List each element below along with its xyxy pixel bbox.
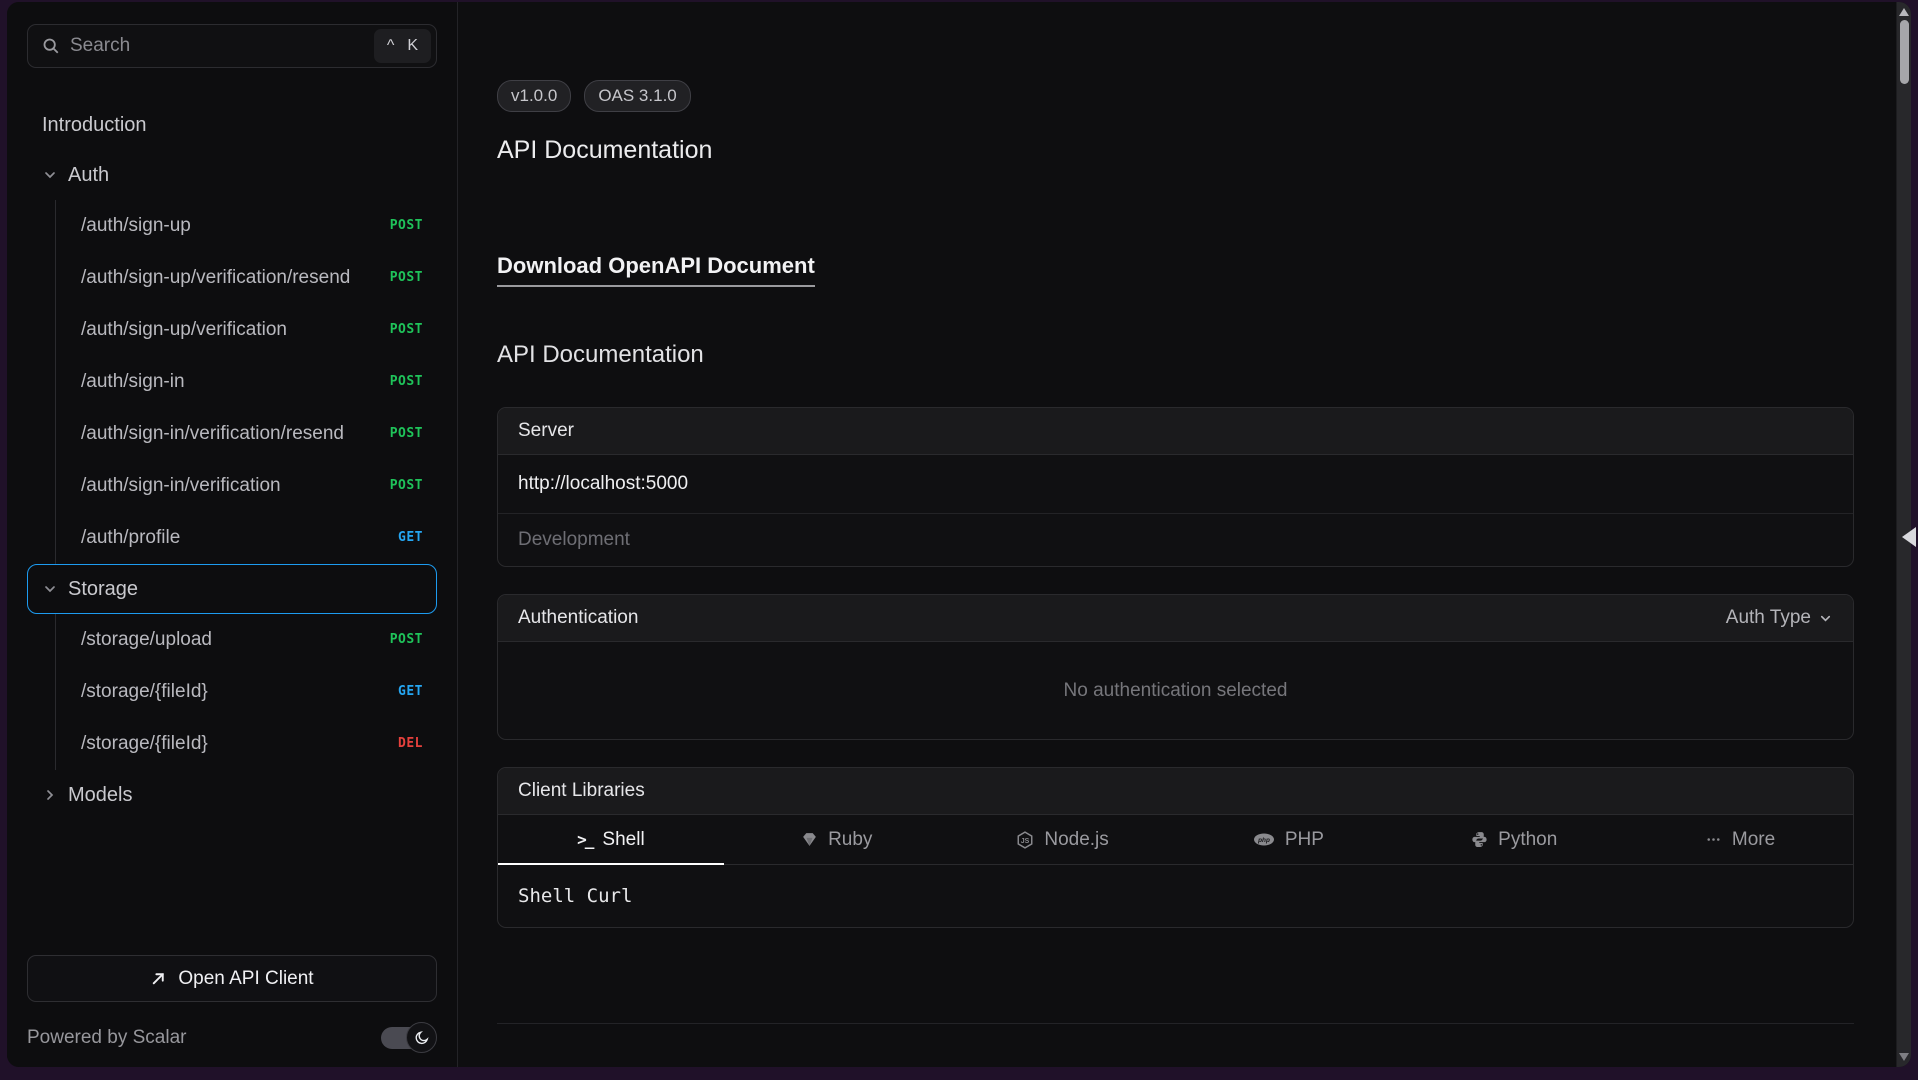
method-badge: POST — [389, 270, 423, 285]
section-title: API Documentation — [497, 341, 704, 368]
cursor-icon — [1902, 527, 1916, 547]
server-card: Server http://localhost:5000 Development — [497, 407, 1854, 567]
endpoint-auth-profile[interactable]: /auth/profile GET — [56, 512, 437, 564]
sidebar-nav: Introduction Auth /auth/sign-up POST /au… — [7, 76, 457, 955]
python-icon — [1471, 831, 1488, 848]
sidebar-group-auth[interactable]: Auth — [27, 150, 437, 200]
scroll-down-arrow-icon[interactable] — [1899, 1053, 1909, 1061]
endpoint-auth-sign-up-verification-resend[interactable]: /auth/sign-up/verification/resend POST — [56, 252, 437, 304]
method-badge: POST — [389, 322, 423, 337]
client-library-tabs: >_ Shell Ruby JS Node.js php PHP Python … — [498, 815, 1853, 865]
search-box[interactable]: ^K — [27, 24, 437, 68]
sidebar-footer: Open API Client Powered by Scalar — [7, 955, 457, 1067]
nodejs-icon: JS — [1016, 830, 1034, 849]
section-divider — [497, 1023, 1854, 1024]
main-content: v1.0.0 OAS 3.1.0 API Documentation Downl… — [458, 2, 1896, 1067]
sidebar-group-storage[interactable]: Storage — [27, 564, 437, 614]
search-input[interactable] — [70, 35, 364, 57]
auth-type-dropdown[interactable]: Auth Type — [1726, 607, 1833, 629]
server-description: Development — [518, 529, 630, 550]
auth-endpoints: /auth/sign-up POST /auth/sign-up/verific… — [55, 200, 437, 564]
endpoint-auth-sign-up[interactable]: /auth/sign-up POST — [56, 200, 437, 252]
tab-shell[interactable]: >_ Shell — [498, 815, 724, 865]
svg-text:php: php — [1257, 837, 1270, 844]
download-openapi-link[interactable]: Download OpenAPI Document — [497, 253, 815, 287]
endpoint-storage-file-delete[interactable]: /storage/{fileId} DEL — [56, 718, 437, 770]
search-shortcut-hint: ^ K — [373, 29, 431, 63]
server-card-header: Server — [498, 408, 1853, 455]
no-auth-message: No authentication selected — [1063, 679, 1288, 701]
toggle-thumb — [406, 1022, 437, 1053]
tab-python[interactable]: Python — [1401, 815, 1627, 864]
version-badges: v1.0.0 OAS 3.1.0 — [497, 80, 1854, 112]
page-title: API Documentation — [497, 136, 713, 164]
moon-icon — [415, 1030, 429, 1044]
authentication-header: Authentication — [518, 607, 639, 628]
endpoint-auth-sign-up-verification[interactable]: /auth/sign-up/verification POST — [56, 304, 437, 356]
terminal-icon: >_ — [577, 830, 594, 849]
tab-more[interactable]: More — [1627, 815, 1853, 864]
method-badge: POST — [389, 218, 423, 233]
oas-badge: OAS 3.1.0 — [584, 80, 691, 112]
method-badge: GET — [398, 684, 423, 699]
ruby-icon — [801, 831, 818, 848]
search-icon — [43, 38, 59, 54]
sidebar-item-introduction[interactable]: Introduction — [27, 100, 437, 150]
client-libraries-header: Client Libraries — [498, 768, 1853, 815]
tab-php[interactable]: php PHP — [1175, 815, 1401, 864]
scroll-up-arrow-icon[interactable] — [1899, 8, 1909, 16]
endpoint-storage-file-get[interactable]: /storage/{fileId} GET — [56, 666, 437, 718]
svg-text:JS: JS — [1021, 837, 1030, 844]
tab-nodejs[interactable]: JS Node.js — [950, 815, 1176, 864]
storage-endpoints: /storage/upload POST /storage/{fileId} G… — [55, 614, 437, 770]
tab-ruby[interactable]: Ruby — [724, 815, 950, 864]
open-api-client-button[interactable]: Open API Client — [27, 955, 437, 1002]
method-badge: POST — [389, 374, 423, 389]
endpoint-auth-sign-in-verification[interactable]: /auth/sign-in/verification POST — [56, 460, 437, 512]
php-icon: php — [1253, 832, 1275, 847]
sidebar: ^K Introduction Auth /auth/sign-up POST — [7, 2, 458, 1067]
method-badge: POST — [389, 632, 423, 647]
endpoint-auth-sign-in-verification-resend[interactable]: /auth/sign-in/verification/resend POST — [56, 408, 437, 460]
method-badge: POST — [389, 478, 423, 493]
more-icon — [1705, 831, 1722, 848]
endpoint-auth-sign-in[interactable]: /auth/sign-in POST — [56, 356, 437, 408]
chevron-down-icon — [42, 581, 58, 597]
endpoint-storage-upload[interactable]: /storage/upload POST — [56, 614, 437, 666]
method-badge: GET — [398, 530, 423, 545]
app-window: ^K Introduction Auth /auth/sign-up POST — [7, 2, 1911, 1067]
code-snippet-label: Shell Curl — [518, 885, 633, 907]
powered-by-label: Powered by Scalar — [27, 1026, 187, 1048]
chevron-right-icon — [42, 787, 58, 803]
server-url[interactable]: http://localhost:5000 — [498, 455, 1853, 514]
chevron-down-icon — [1820, 615, 1831, 622]
authentication-card: Authentication Auth Type No authenticati… — [497, 594, 1854, 740]
version-badge: v1.0.0 — [497, 80, 572, 112]
method-badge: DEL — [398, 736, 423, 751]
method-badge: POST — [389, 426, 423, 441]
sidebar-group-models[interactable]: Models — [27, 770, 437, 820]
dark-mode-toggle[interactable] — [381, 1022, 437, 1053]
client-libraries-card: Client Libraries >_ Shell Ruby JS Node.j… — [497, 767, 1854, 928]
external-arrow-icon — [153, 973, 165, 985]
chevron-down-icon — [42, 167, 58, 183]
scrollbar-thumb[interactable] — [1900, 20, 1909, 84]
